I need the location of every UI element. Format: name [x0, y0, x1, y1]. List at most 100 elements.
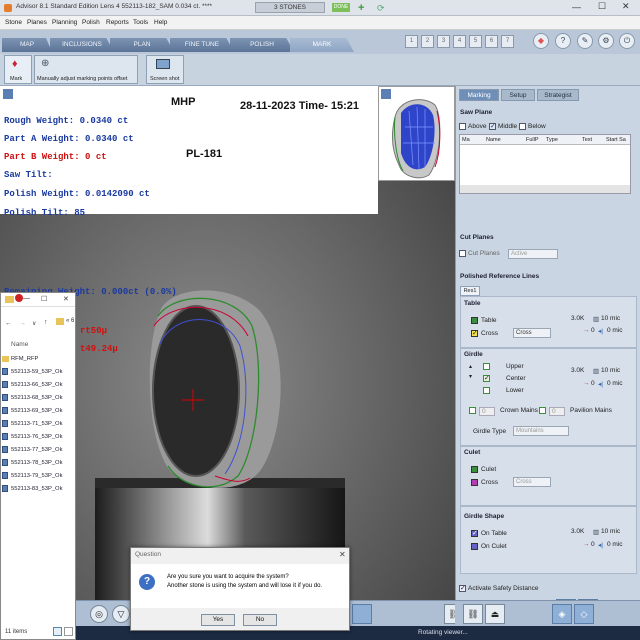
- menu-polish[interactable]: Polish: [82, 19, 100, 26]
- screenshot-button[interactable]: Screen shot: [146, 55, 184, 84]
- menu-reports[interactable]: Reports: [106, 19, 129, 26]
- cross-color-swatch[interactable]: ✓: [471, 330, 478, 337]
- tab-res1[interactable]: Res1: [460, 286, 480, 296]
- tab-inclusions[interactable]: INCLUSIONS: [50, 38, 114, 52]
- mark-button[interactable]: ♦ Mark: [4, 55, 32, 84]
- cut-planes-checkbox[interactable]: [459, 250, 466, 257]
- file-row[interactable]: 552113-66_53P_Ok: [1, 381, 75, 391]
- below-checkbox[interactable]: [519, 123, 526, 130]
- file-row[interactable]: 552113-71_53P_Ok: [1, 420, 75, 430]
- table-scrollbar[interactable]: [460, 185, 630, 193]
- maximize-button[interactable]: ☐: [41, 295, 47, 303]
- minimize-button[interactable]: —: [572, 2, 581, 12]
- help-icon[interactable]: ?: [555, 33, 571, 49]
- dialog-close-button[interactable]: ✕: [339, 550, 346, 559]
- col-start[interactable]: Start Sa: [606, 137, 626, 143]
- up-icon[interactable]: ↑: [44, 319, 48, 326]
- menu-planes[interactable]: Planes: [27, 19, 47, 26]
- minimize-button[interactable]: —: [23, 295, 30, 302]
- diamond-outline-icon[interactable]: ◇: [574, 604, 594, 624]
- pavilion-mains-count[interactable]: 0: [549, 407, 565, 416]
- crown-mains-count[interactable]: 0: [479, 407, 495, 416]
- column-name-header[interactable]: Name: [11, 341, 28, 348]
- tiles-view-icon[interactable]: [64, 627, 73, 636]
- file-row[interactable]: 552113-77_53P_Ok: [1, 446, 75, 456]
- tab-map[interactable]: MAP: [2, 38, 52, 52]
- girdle-spin-up-icon[interactable]: ▴: [469, 363, 472, 370]
- culet-color-swatch[interactable]: [471, 466, 478, 473]
- stone-number-3[interactable]: 3: [437, 35, 450, 48]
- lower-swatch[interactable]: [483, 387, 490, 394]
- adjust-offset-button[interactable]: ⊕ Manually adjust marking points offset: [34, 55, 138, 84]
- on-culet-swatch[interactable]: [471, 543, 478, 550]
- stone-number-2[interactable]: 2: [421, 35, 434, 48]
- file-row[interactable]: 552113-59_53P_Ok: [1, 368, 75, 378]
- close-button[interactable]: ✕: [63, 295, 69, 303]
- col-name[interactable]: Name: [486, 137, 501, 143]
- file-row[interactable]: 552113-69_53P_Ok: [1, 407, 75, 417]
- stone-number-7[interactable]: 7: [501, 35, 514, 48]
- file-row[interactable]: 552113-68_53P_Ok: [1, 394, 75, 404]
- forward-icon[interactable]: →: [19, 320, 26, 327]
- link-icon[interactable]: ⛓: [463, 604, 483, 624]
- col-text[interactable]: Text: [582, 137, 592, 143]
- stone-number-1[interactable]: 1: [405, 35, 418, 48]
- menu-help[interactable]: Help: [154, 19, 167, 26]
- stone-number-5[interactable]: 5: [469, 35, 482, 48]
- stone-number-4[interactable]: 4: [453, 35, 466, 48]
- file-row[interactable]: 552113-79_53P_Ok: [1, 472, 75, 482]
- power-icon[interactable]: ⏻: [619, 33, 635, 49]
- cut-planes-select[interactable]: Active: [508, 249, 558, 259]
- tab-strategist[interactable]: Strategist: [537, 89, 579, 101]
- table-cross-select[interactable]: Cross: [513, 328, 551, 338]
- center-swatch[interactable]: ✓: [483, 375, 490, 382]
- girdle-type-select[interactable]: Mountains: [513, 426, 569, 436]
- settings-icon[interactable]: ⚙: [598, 33, 614, 49]
- image-icon[interactable]: [352, 604, 372, 624]
- refresh-icon[interactable]: ⟳: [377, 2, 389, 14]
- maximize-button[interactable]: ☐: [598, 1, 606, 12]
- file-row[interactable]: 552113-76_53P_Ok: [1, 433, 75, 443]
- col-type[interactable]: Type: [546, 137, 558, 143]
- file-row[interactable]: 552113-78_53P_Ok: [1, 459, 75, 469]
- yes-button[interactable]: Yes: [201, 614, 235, 626]
- add-icon[interactable]: +: [358, 2, 370, 14]
- dropdown-icon[interactable]: ∨: [32, 320, 36, 327]
- stone-3d-thumbnail[interactable]: [378, 86, 455, 181]
- menu-tools[interactable]: Tools: [133, 19, 148, 26]
- table-color-swatch[interactable]: [471, 317, 478, 324]
- folder-row[interactable]: RFM_RFP: [1, 355, 75, 365]
- crown-mains-swatch[interactable]: [469, 407, 476, 414]
- menu-planning[interactable]: Planning: [52, 19, 77, 26]
- tab-fine-tune[interactable]: FINE TUNE: [170, 38, 234, 52]
- safety-distance-checkbox[interactable]: ✓: [459, 585, 466, 592]
- above-checkbox[interactable]: [459, 123, 466, 130]
- tab-polish[interactable]: POLISH: [230, 38, 294, 52]
- edit-icon[interactable]: ✎: [577, 33, 593, 49]
- tab-setup[interactable]: Setup: [501, 89, 535, 101]
- eject-icon[interactable]: ⏏: [485, 604, 505, 624]
- col-ma[interactable]: Ma: [462, 137, 470, 143]
- menu-stone[interactable]: Stone: [5, 19, 22, 26]
- close-button[interactable]: ✕: [622, 1, 630, 12]
- stones-tag[interactable]: 3 STONES: [255, 2, 325, 13]
- middle-checkbox[interactable]: ✓: [489, 123, 496, 130]
- stone-number-6[interactable]: 6: [485, 35, 498, 48]
- upper-swatch[interactable]: [483, 363, 490, 370]
- pavilion-mains-swatch[interactable]: [539, 407, 546, 414]
- no-button[interactable]: No: [243, 614, 277, 626]
- culet-cross-swatch[interactable]: [471, 479, 478, 486]
- back-icon[interactable]: ←: [5, 320, 12, 327]
- on-table-swatch[interactable]: ✓: [471, 530, 478, 537]
- saw-plane-table[interactable]: Ma Name FullP Type Text Start Sa: [459, 134, 631, 194]
- tab-marking[interactable]: Marking: [459, 89, 499, 101]
- path-text[interactable]: « 6: [66, 318, 74, 324]
- details-view-icon[interactable]: [53, 627, 62, 636]
- layers-icon[interactable]: ◈: [552, 604, 572, 624]
- nav-arrows-icon[interactable]: ◆: [533, 33, 549, 49]
- gem-icon[interactable]: ▽: [112, 605, 130, 623]
- girdle-spin-down-icon[interactable]: ▾: [469, 373, 472, 380]
- col-fullp[interactable]: FullP: [526, 137, 539, 143]
- tab-mark[interactable]: MARK: [290, 38, 354, 52]
- culet-cross-select[interactable]: Cross: [513, 477, 551, 487]
